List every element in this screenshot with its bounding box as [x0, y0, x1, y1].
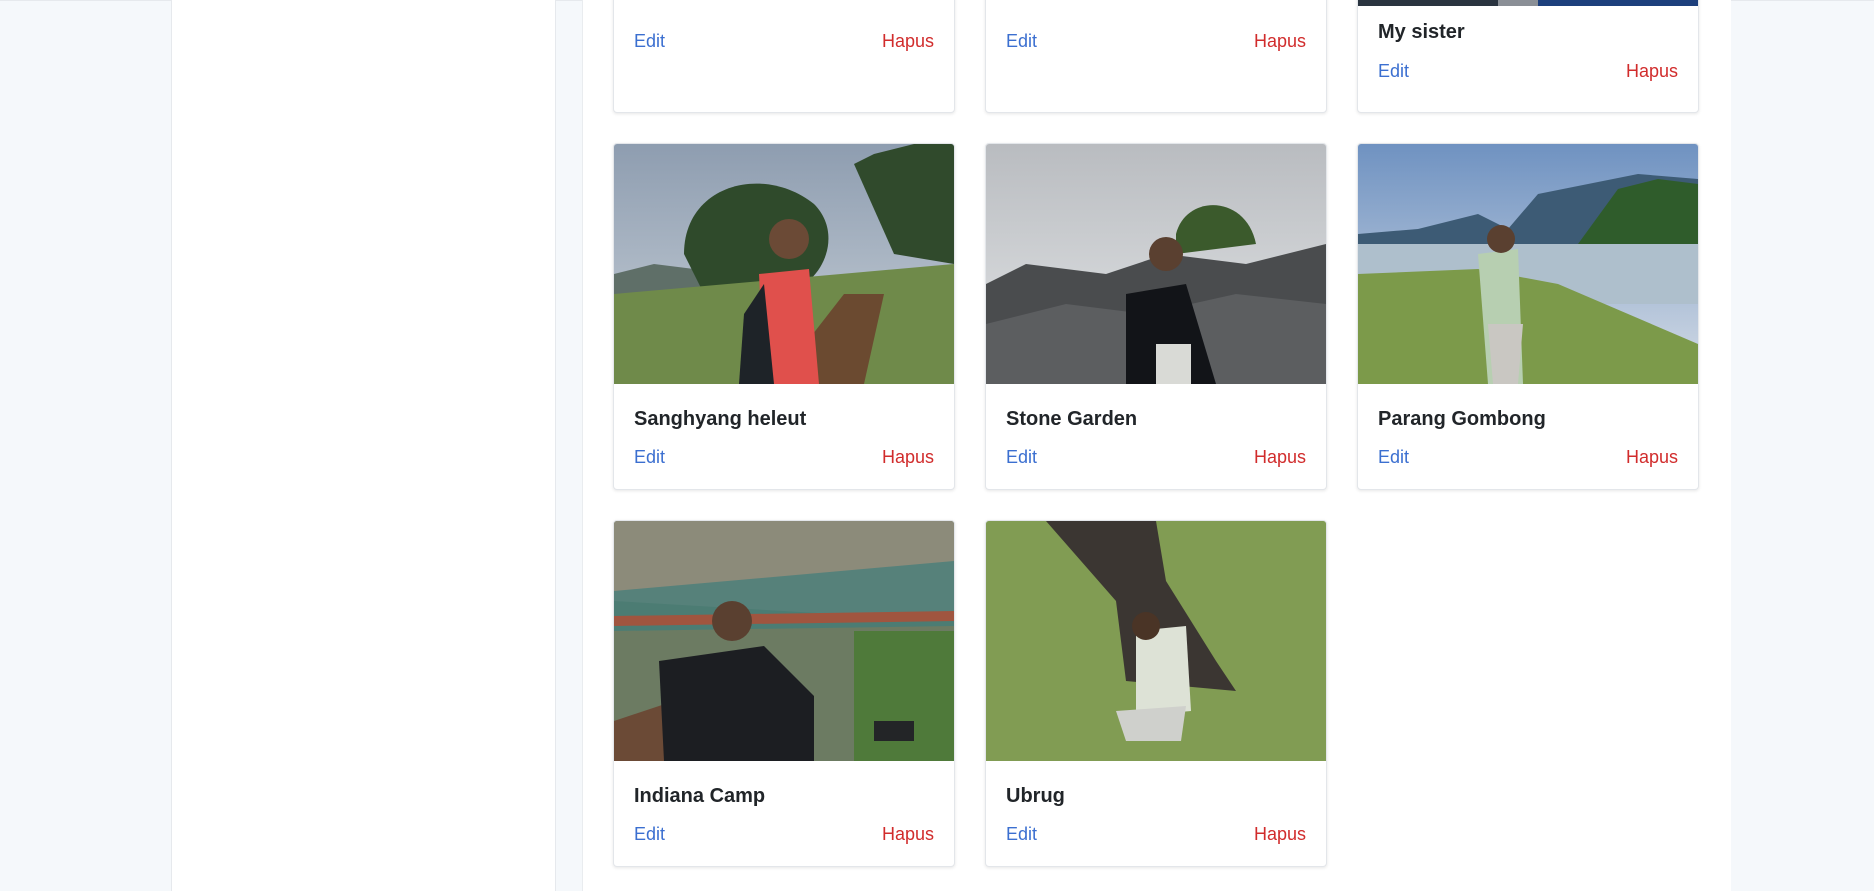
- photo-thumbnail[interactable]: [1358, 144, 1698, 384]
- gallery-card: Indiana Camp Edit Hapus: [613, 520, 955, 867]
- card-title: Parang Gombong: [1378, 408, 1546, 430]
- card-title: Indiana Camp: [634, 785, 766, 807]
- photo-thumbnail[interactable]: [986, 144, 1326, 384]
- card-title: Ubrug: [1006, 785, 1065, 807]
- card-title: Stone Garden: [1006, 408, 1138, 430]
- gallery-card: Edit Hapus: [613, 0, 955, 113]
- photo-thumbnail[interactable]: [614, 521, 954, 761]
- card-title: Sanghyang heleut: [634, 408, 807, 430]
- edit-link[interactable]: Edit: [634, 31, 665, 52]
- gallery-card: Edit Hapus: [985, 0, 1327, 113]
- delete-link[interactable]: Hapus: [1626, 61, 1678, 82]
- card-title: My sister: [1378, 21, 1465, 43]
- delete-link[interactable]: Hapus: [882, 824, 934, 845]
- delete-link[interactable]: Hapus: [882, 447, 934, 468]
- edit-link[interactable]: Edit: [1006, 447, 1037, 468]
- delete-link[interactable]: Hapus: [1254, 31, 1306, 52]
- edit-link[interactable]: Edit: [1378, 61, 1409, 82]
- sidebar: [171, 0, 556, 891]
- delete-link[interactable]: Hapus: [1254, 824, 1306, 845]
- gallery-card: Sanghyang heleut Edit Hapus: [613, 143, 955, 490]
- gallery-card: Stone Garden Edit Hapus: [985, 143, 1327, 490]
- delete-link[interactable]: Hapus: [1254, 447, 1306, 468]
- edit-link[interactable]: Edit: [1378, 447, 1409, 468]
- edit-link[interactable]: Edit: [1006, 31, 1037, 52]
- gallery-card: Parang Gombong Edit Hapus: [1357, 143, 1699, 490]
- delete-link[interactable]: Hapus: [1626, 447, 1678, 468]
- gallery-card: Ubrug Edit Hapus: [985, 520, 1327, 867]
- edit-link[interactable]: Edit: [634, 447, 665, 468]
- photo-thumbnail[interactable]: [986, 521, 1326, 761]
- photo-thumbnail[interactable]: [1358, 0, 1698, 6]
- gallery-card: My sister Edit Hapus: [1357, 0, 1699, 113]
- delete-link[interactable]: Hapus: [882, 31, 934, 52]
- gallery-main: Edit Hapus Edit Hapus My sister Edit Hap…: [582, 0, 1731, 891]
- edit-link[interactable]: Edit: [634, 824, 665, 845]
- edit-link[interactable]: Edit: [1006, 824, 1037, 845]
- photo-thumbnail[interactable]: [614, 144, 954, 384]
